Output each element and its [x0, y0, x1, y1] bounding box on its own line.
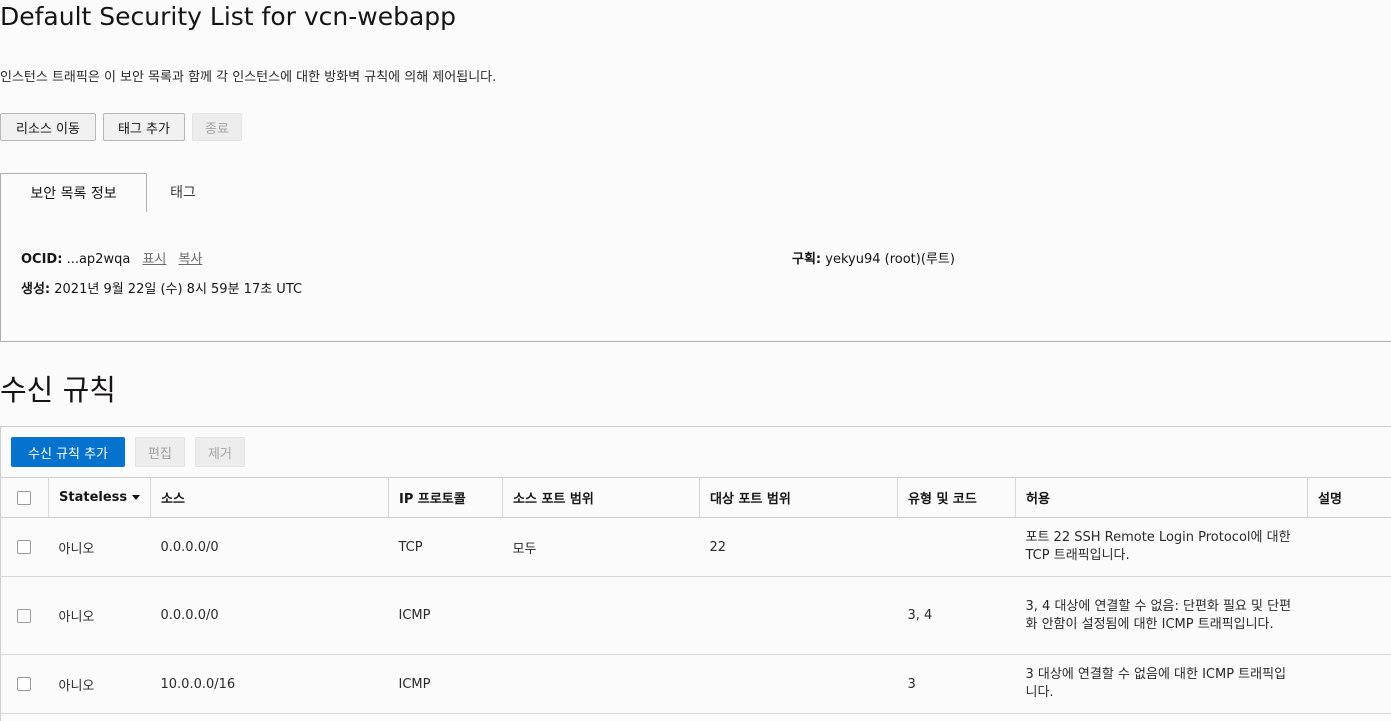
created-row: 생성: 2021년 9월 22일 (수) 8시 59분 17초 UTC: [21, 278, 302, 297]
remove-button[interactable]: 제거: [195, 437, 245, 467]
ocid-row: OCID: ...ap2wqa 표시 복사: [21, 248, 202, 267]
info-panel: [0, 211, 1391, 342]
row-checkbox[interactable]: [17, 540, 31, 554]
add-ingress-rule-button[interactable]: 수신 규칙 추가: [11, 437, 125, 467]
type-code-cell: [897, 517, 1016, 577]
show-ocid-link[interactable]: 표시: [142, 252, 166, 267]
allows-cell: 포트 22 SSH Remote Login Protocol에 대한 TCP …: [1015, 517, 1308, 577]
allows-cell: 3, 4 대상에 연결할 수 없음: 단편화 필요 및 단편화 안함이 설정됨에…: [1015, 576, 1308, 655]
protocol-cell: ICMP: [388, 576, 503, 655]
stateless-cell: 아니오: [48, 517, 151, 577]
source-port-cell: [502, 654, 700, 714]
description-cell: [1307, 576, 1391, 655]
column-header-allows: 허용: [1015, 477, 1308, 518]
sort-down-icon: [132, 495, 141, 500]
column-header-dest-port: 대상 포트 범위: [699, 477, 898, 518]
source-cell: 0.0.0.0/0: [150, 576, 389, 655]
source-port-cell: 모두: [502, 517, 700, 577]
ocid-label: OCID:: [21, 252, 63, 267]
stateless-cell: 아니오: [48, 654, 151, 714]
move-resource-button[interactable]: 리소스 이동: [0, 113, 96, 141]
ocid-value: ...ap2wqa: [66, 252, 131, 267]
column-header-description: 설명: [1307, 477, 1391, 518]
description-cell: [1307, 654, 1391, 714]
dest-port-cell: [699, 654, 898, 714]
edit-button[interactable]: 편집: [135, 437, 185, 467]
column-header-type-code: 유형 및 코드: [897, 477, 1016, 518]
ingress-rules-table: Stateless 소스 IP 프로토콜 소스 포트 범위 대상 포트 범위 유…: [0, 477, 1391, 714]
stateless-cell: 아니오: [48, 576, 151, 655]
dest-port-cell: [699, 576, 898, 655]
row-checkbox[interactable]: [17, 677, 31, 691]
tab-security-list-info[interactable]: 보안 목록 정보: [0, 173, 147, 212]
column-header-protocol: IP 프로토콜: [388, 477, 503, 518]
source-cell: 10.0.0.0/16: [150, 654, 389, 714]
ingress-rules-title: 수신 규칙: [0, 373, 116, 407]
type-code-cell: 3, 4: [897, 576, 1016, 655]
dest-port-cell: 22: [699, 517, 898, 577]
row-checkbox[interactable]: [17, 608, 31, 623]
terminate-button[interactable]: 종료: [192, 113, 242, 141]
table-header-row: Stateless 소스 IP 프로토콜 소스 포트 범위 대상 포트 범위 유…: [0, 477, 1391, 518]
column-header-source: 소스: [150, 477, 389, 518]
tab-tags[interactable]: 태그: [147, 173, 219, 211]
source-cell: 0.0.0.0/0: [150, 517, 389, 577]
description-cell: [1307, 517, 1391, 577]
protocol-cell: TCP: [388, 517, 503, 577]
column-header-source-port: 소스 포트 범위: [502, 477, 700, 518]
column-header-stateless[interactable]: Stateless: [48, 477, 151, 518]
protocol-cell: ICMP: [388, 654, 503, 714]
compartment-label: 구획:: [792, 252, 822, 267]
compartment-row: 구획: yekyu94 (root)(루트): [792, 248, 955, 267]
source-port-cell: [502, 576, 700, 655]
page-title: Default Security List for vcn-webapp: [0, 2, 457, 31]
page-description: 인스턴스 트래픽은 이 보안 목록과 함께 각 인스턴스에 대한 방화벽 규칙에…: [0, 70, 497, 85]
created-value: 2021년 9월 22일 (수) 8시 59분 17초 UTC: [54, 282, 303, 297]
type-code-cell: 3: [897, 654, 1016, 714]
copy-ocid-link[interactable]: 복사: [179, 252, 203, 267]
table-row: 아니오 0.0.0.0/0 ICMP 3, 4 3, 4 대상에 연결할 수 없…: [0, 576, 1391, 655]
table-row: 아니오 10.0.0.0/16 ICMP 3 3 대상에 연결할 수 없음에 대…: [0, 654, 1391, 714]
created-label: 생성:: [21, 282, 51, 297]
select-all-cell: [0, 477, 49, 518]
add-tags-button[interactable]: 태그 추가: [103, 113, 185, 141]
compartment-value: yekyu94 (root)(루트): [825, 252, 955, 267]
select-all-checkbox[interactable]: [17, 490, 31, 505]
table-row: 아니오 0.0.0.0/0 TCP 모두 22 포트 22 SSH Remote…: [0, 517, 1391, 577]
allows-cell: 3 대상에 연결할 수 없음에 대한 ICMP 트래픽입니다.: [1015, 654, 1308, 714]
